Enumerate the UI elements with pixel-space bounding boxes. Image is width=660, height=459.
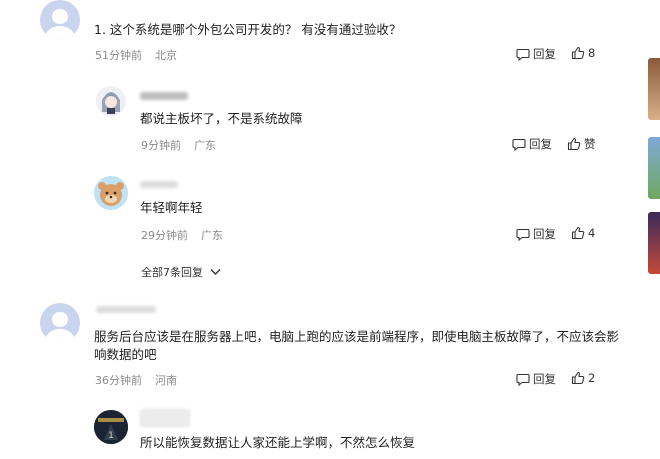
- avatar[interactable]: 1: [94, 410, 128, 444]
- like-button[interactable]: 8: [571, 46, 595, 60]
- like-count: 2: [588, 371, 596, 385]
- expand-replies-label: 全部7条回复: [141, 266, 203, 279]
- comment-text-line1: 服务后台应该是在服务器上吧，电脑上跑的应该是前端程序，即使电脑主板故障了，不应该…: [94, 329, 620, 344]
- avatar[interactable]: [94, 176, 128, 210]
- comment-location: 河南: [155, 374, 177, 387]
- side-thumbnail[interactable]: [648, 137, 660, 199]
- like-count: 4: [588, 226, 596, 240]
- reply-time: 9分钟前: [141, 139, 181, 152]
- reply-button[interactable]: 回复: [512, 136, 552, 152]
- reply-meta: 29分钟前 广东: [141, 227, 223, 243]
- comment-bubble-icon: [512, 138, 526, 151]
- comment-text: 1. 这个系统是哪个外包公司开发的？ 有没有通过验收？: [94, 22, 402, 37]
- comment-bubble-icon: [516, 373, 530, 386]
- thumbs-up-icon: [571, 226, 585, 240]
- side-thumbnail[interactable]: [648, 212, 660, 274]
- like-button[interactable]: 2: [571, 371, 595, 385]
- reply-text: 年轻啊年轻: [140, 200, 203, 215]
- side-thumbnail[interactable]: [648, 58, 660, 120]
- like-count: 8: [588, 46, 596, 60]
- reply-label: 回复: [533, 227, 556, 241]
- reply-label: 回复: [533, 47, 556, 61]
- thumbs-up-icon: [571, 371, 585, 385]
- chevron-down-icon: [210, 268, 221, 276]
- avatar[interactable]: [40, 0, 80, 40]
- reply-meta: 9分钟前 广东: [141, 137, 216, 153]
- comment-location: 北京: [155, 49, 177, 62]
- reply-button[interactable]: 回复: [516, 371, 556, 387]
- avatar[interactable]: [96, 86, 126, 116]
- username-obscured: [140, 181, 178, 188]
- reply-time: 29分钟前: [141, 229, 188, 242]
- comment-time: 36分钟前: [95, 374, 142, 387]
- reply-location: 广东: [194, 139, 216, 152]
- comment-time: 51分钟前: [95, 49, 142, 62]
- comment-bubble-icon: [516, 228, 530, 241]
- reply-button[interactable]: 回复: [516, 46, 556, 62]
- comment-meta: 36分钟前 河南: [95, 372, 177, 388]
- like-label: 赞: [584, 137, 596, 151]
- comment-bubble-icon: [516, 48, 530, 61]
- username-obscured: [96, 306, 156, 313]
- reply-button[interactable]: 回复: [516, 226, 556, 242]
- reply-text: 所以能恢复数据让人家还能上学啊，不然怎么恢复: [140, 435, 416, 450]
- expand-replies-button[interactable]: 全部7条回复: [141, 264, 221, 280]
- reply-label: 回复: [533, 372, 556, 386]
- like-button[interactable]: 赞: [567, 136, 596, 152]
- reply-location: 广东: [201, 229, 223, 242]
- svg-text:1: 1: [108, 431, 114, 441]
- reply-label: 回复: [529, 137, 552, 151]
- thumbs-up-icon: [567, 137, 581, 151]
- username-obscured: [140, 92, 188, 100]
- reply-text: 都说主板坏了，不是系统故障: [140, 111, 303, 126]
- avatar[interactable]: [40, 303, 80, 343]
- username-obscured: [140, 409, 190, 427]
- thumbs-up-icon: [571, 46, 585, 60]
- comment-text-line2: 响数据的吧: [94, 347, 157, 362]
- like-button[interactable]: 4: [571, 226, 595, 240]
- comment-meta: 51分钟前 北京: [95, 47, 177, 63]
